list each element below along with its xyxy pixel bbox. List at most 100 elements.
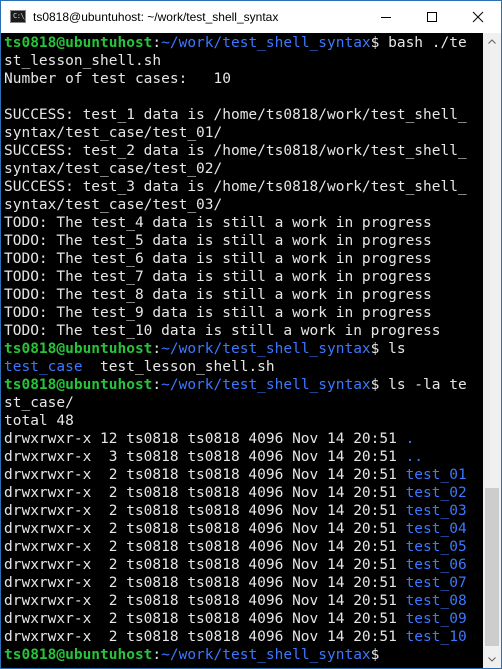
terminal-line: drwxrwxr-x 2 ts0818 ts0818 4096 Nov 14 2… <box>4 538 467 556</box>
maximize-button[interactable] <box>409 1 455 33</box>
output-text: $ bash ./te <box>370 35 467 51</box>
path-or-dir-text: test_03 <box>405 503 467 519</box>
output-text: drwxrwxr-x 2 ts0818 ts0818 4096 Nov 14 2… <box>4 575 406 591</box>
terminal-line: st_lesson_shell.sh <box>4 52 467 70</box>
output-text: syntax/test_case/test_02/ <box>4 161 223 177</box>
terminal-line: TODO: The test_6 data is still a work in… <box>4 250 467 268</box>
terminal-line: syntax/test_case/test_03/ <box>4 196 467 214</box>
output-text: SUCCESS: test_2 data is /home/ts0818/wor… <box>4 143 467 159</box>
terminal-line: TODO: The test_8 data is still a work in… <box>4 286 467 304</box>
output-text: syntax/test_case/test_03/ <box>4 197 223 213</box>
output-text: TODO: The test_8 data is still a work in… <box>4 287 432 303</box>
output-text: drwxrwxr-x 2 ts0818 ts0818 4096 Nov 14 2… <box>4 629 406 645</box>
terminal-lines: ts0818@ubuntuhost:~/work/test_shell_synt… <box>4 34 467 664</box>
terminal-output[interactable]: ts0818@ubuntuhost:~/work/test_shell_synt… <box>1 33 483 668</box>
minimize-button[interactable] <box>363 1 409 33</box>
terminal-line: ts0818@ubuntuhost:~/work/test_shell_synt… <box>4 34 467 52</box>
chevron-down-icon <box>488 657 496 662</box>
terminal-line: TODO: The test_9 data is still a work in… <box>4 304 467 322</box>
terminal-line: ts0818@ubuntuhost:~/work/test_shell_synt… <box>4 376 467 394</box>
scrollbar-thumb[interactable] <box>485 488 499 646</box>
output-text: drwxrwxr-x 12 ts0818 ts0818 4096 Nov 14 … <box>4 431 406 447</box>
output-text: TODO: The test_5 data is still a work in… <box>4 233 432 249</box>
output-text: drwxrwxr-x 2 ts0818 ts0818 4096 Nov 14 2… <box>4 521 406 537</box>
maximize-icon <box>427 12 437 22</box>
output-text: total 48 <box>4 413 74 429</box>
path-or-dir-text: ~/work/test_shell_syntax <box>161 647 371 663</box>
prompt-user-host: ts0818@ubuntuhost <box>4 377 153 393</box>
output-text: : <box>152 35 162 51</box>
terminal-line: drwxrwxr-x 2 ts0818 ts0818 4096 Nov 14 2… <box>4 610 467 628</box>
output-text: drwxrwxr-x 2 ts0818 ts0818 4096 Nov 14 2… <box>4 539 406 555</box>
console-icon-glyph: C:\_ <box>13 12 28 20</box>
vertical-scrollbar[interactable] <box>483 33 501 668</box>
prompt-user-host: ts0818@ubuntuhost <box>4 35 153 51</box>
window-title: ts0818@ubuntuhost: ~/work/test_shell_syn… <box>33 10 279 24</box>
terminal-line: Number of test cases: 10 <box>4 70 467 88</box>
terminal-line: drwxrwxr-x 3 ts0818 ts0818 4096 Nov 14 2… <box>4 448 467 466</box>
terminal-line: syntax/test_case/test_02/ <box>4 160 467 178</box>
output-text: $ ls -la te <box>370 377 467 393</box>
path-or-dir-text: ~/work/test_shell_syntax <box>161 35 371 51</box>
chevron-up-icon <box>488 39 496 44</box>
terminal-line: ts0818@ubuntuhost:~/work/test_shell_synt… <box>4 340 467 358</box>
path-or-dir-text: test_08 <box>405 593 467 609</box>
output-text: TODO: The test_7 data is still a work in… <box>4 269 432 285</box>
scroll-up-button[interactable] <box>483 33 501 50</box>
minimize-icon <box>381 17 391 18</box>
path-or-dir-text: test_10 <box>405 629 467 645</box>
output-text: : <box>152 341 162 357</box>
title-bar[interactable]: C:\_ ts0818@ubuntuhost: ~/work/test_shel… <box>1 1 501 33</box>
terminal-line: drwxrwxr-x 2 ts0818 ts0818 4096 Nov 14 2… <box>4 628 467 646</box>
path-or-dir-text: test_02 <box>405 485 467 501</box>
output-text: TODO: The test_10 data is still a work i… <box>4 323 441 339</box>
path-or-dir-text: test_05 <box>405 539 467 555</box>
output-text: TODO: The test_6 data is still a work in… <box>4 251 432 267</box>
close-icon <box>472 11 484 23</box>
terminal-line: SUCCESS: test_1 data is /home/ts0818/wor… <box>4 106 467 124</box>
output-text: drwxrwxr-x 3 ts0818 ts0818 4096 Nov 14 2… <box>4 449 406 465</box>
prompt-user-host: ts0818@ubuntuhost <box>4 341 153 357</box>
output-text: SUCCESS: test_3 data is /home/ts0818/wor… <box>4 179 467 195</box>
output-text: : <box>152 377 162 393</box>
terminal-line: total 48 <box>4 412 467 430</box>
terminal-line: drwxrwxr-x 2 ts0818 ts0818 4096 Nov 14 2… <box>4 484 467 502</box>
terminal-line: TODO: The test_5 data is still a work in… <box>4 232 467 250</box>
output-text: test_lesson_shell.sh <box>82 359 275 375</box>
output-text: $ <box>370 647 389 663</box>
output-text: drwxrwxr-x 2 ts0818 ts0818 4096 Nov 14 2… <box>4 593 406 609</box>
scroll-down-button[interactable] <box>483 651 501 668</box>
output-text: drwxrwxr-x 2 ts0818 ts0818 4096 Nov 14 2… <box>4 485 406 501</box>
output-text: TODO: The test_9 data is still a work in… <box>4 305 432 321</box>
terminal-line: drwxrwxr-x 2 ts0818 ts0818 4096 Nov 14 2… <box>4 520 467 538</box>
output-text: syntax/test_case/test_01/ <box>4 125 223 141</box>
path-or-dir-text: ~/work/test_shell_syntax <box>161 377 371 393</box>
terminal-line: TODO: The test_4 data is still a work in… <box>4 214 467 232</box>
terminal-line: SUCCESS: test_2 data is /home/ts0818/wor… <box>4 142 467 160</box>
output-text: : <box>152 647 162 663</box>
output-text: SUCCESS: test_1 data is /home/ts0818/wor… <box>4 107 467 123</box>
output-text: drwxrwxr-x 2 ts0818 ts0818 4096 Nov 14 2… <box>4 503 406 519</box>
path-or-dir-text: test_case <box>4 359 83 375</box>
path-or-dir-text: . <box>405 431 415 447</box>
output-text: drwxrwxr-x 2 ts0818 ts0818 4096 Nov 14 2… <box>4 467 406 483</box>
path-or-dir-text: test_01 <box>405 467 467 483</box>
output-text: $ ls <box>370 341 406 357</box>
path-or-dir-text: .. <box>405 449 424 465</box>
terminal-line: drwxrwxr-x 2 ts0818 ts0818 4096 Nov 14 2… <box>4 592 467 610</box>
terminal-line: syntax/test_case/test_01/ <box>4 124 467 142</box>
output-text: drwxrwxr-x 2 ts0818 ts0818 4096 Nov 14 2… <box>4 611 406 627</box>
terminal-line: test_case test_lesson_shell.sh <box>4 358 467 376</box>
close-button[interactable] <box>455 1 501 33</box>
prompt-user-host: ts0818@ubuntuhost <box>4 647 153 663</box>
output-text: TODO: The test_4 data is still a work in… <box>4 215 432 231</box>
terminal-line: st_case/ <box>4 394 467 412</box>
output-text: Number of test cases: 10 <box>4 71 231 87</box>
text-cursor <box>388 646 397 662</box>
console-icon[interactable]: C:\_ <box>10 10 28 23</box>
path-or-dir-text: ~/work/test_shell_syntax <box>161 341 371 357</box>
output-text: st_case/ <box>4 395 74 411</box>
output-text: st_lesson_shell.sh <box>4 53 162 69</box>
terminal-line: SUCCESS: test_3 data is /home/ts0818/wor… <box>4 178 467 196</box>
output-text: drwxrwxr-x 2 ts0818 ts0818 4096 Nov 14 2… <box>4 557 406 573</box>
